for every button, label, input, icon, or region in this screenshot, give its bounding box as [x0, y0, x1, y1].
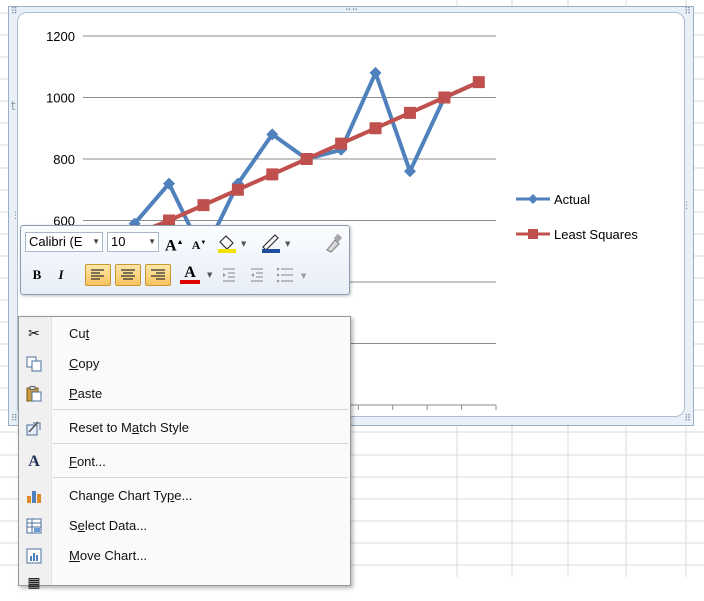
copy-icon [26, 356, 42, 372]
menu-item-label: Move Chart... [69, 548, 148, 563]
font-color-button[interactable]: A [179, 262, 201, 284]
mini-toolbar: Calibri (E ▼ 10 ▼ A▲ A▼ ▼ ▼ B I A ▼ ▼ [20, 225, 350, 295]
data-point [300, 153, 313, 165]
y-tick-label: 800 [53, 152, 75, 167]
svg-text:▼: ▼ [285, 240, 291, 248]
menu-item-label: Paste [69, 386, 103, 401]
select-data-icon [26, 518, 42, 534]
align-left-button[interactable] [85, 264, 111, 286]
menu-item-copy[interactable]: Copy [19, 349, 350, 379]
menu-item-partial-icon: ▦ [27, 575, 41, 591]
align-center-icon [121, 269, 135, 280]
legend-marker [528, 229, 538, 239]
svg-text:▼: ▼ [301, 272, 307, 280]
align-right-button[interactable] [145, 264, 171, 286]
menu-item-paste[interactable]: Paste [19, 379, 350, 409]
y-tick-label: 1200 [46, 29, 75, 44]
chevron-down-icon[interactable]: ▼ [148, 233, 156, 251]
menu-item-cut[interactable]: ✂ Cut [19, 319, 350, 349]
menu-separator [53, 477, 348, 478]
line-color-button[interactable]: ▼ [259, 232, 301, 254]
data-point [472, 76, 485, 89]
data-point [403, 106, 416, 119]
menu-item-label: Font... [69, 454, 106, 469]
menu-item-label: Cut [69, 326, 90, 341]
chevron-down-icon[interactable]: ▼ [207, 271, 212, 279]
menu-item-reset-to-match-style[interactable]: Reset to Match Style [19, 413, 350, 443]
scissors-icon: ✂ [28, 326, 40, 342]
menu-item-label: Reset to Match Style [69, 420, 189, 435]
data-point [266, 168, 279, 181]
menu-item-label: Change Chart Type... [69, 488, 193, 503]
chevron-down-icon[interactable]: ▼ [92, 233, 100, 251]
data-point [369, 66, 382, 79]
menu-item-move-chart[interactable]: Move Chart... [19, 541, 350, 571]
data-point [197, 199, 210, 212]
bold-button[interactable]: B [27, 264, 47, 286]
align-center-button[interactable] [115, 264, 141, 286]
font-name-field[interactable]: Calibri (E ▼ [25, 232, 103, 252]
menu-item-select-data[interactable]: Select Data... [19, 511, 350, 541]
resize-handle-top-left[interactable]: ⠿ [11, 8, 18, 17]
menu-item-change-chart-type[interactable]: Change Chart Type... [19, 481, 350, 511]
data-point [438, 91, 451, 104]
font-color-swatch [180, 280, 200, 284]
font-icon: A [28, 453, 40, 470]
fill-color-button[interactable]: ▼ [215, 232, 257, 254]
align-right-icon [151, 269, 165, 280]
grow-font-button[interactable]: A▲ [165, 231, 184, 254]
menu-item-partial[interactable]: ▦ [19, 571, 350, 601]
menu-separator [53, 409, 348, 410]
data-point [231, 183, 244, 196]
align-left-icon [91, 269, 104, 280]
y-tick-label: 1000 [46, 91, 75, 106]
font-name-value: Calibri (E [29, 234, 83, 249]
shrink-font-button[interactable]: A▼ [191, 232, 207, 254]
italic-button[interactable]: I [51, 264, 71, 286]
font-size-value: 10 [111, 234, 126, 249]
legend-label: Actual [554, 192, 590, 207]
data-point [403, 165, 416, 178]
legend-label: Least Squares [554, 227, 638, 242]
move-chart-icon [26, 548, 42, 564]
context-menu: ✂ Cut Copy Paste Reset to Match Style A … [18, 316, 351, 591]
font-size-field[interactable]: 10 ▼ [107, 232, 159, 252]
menu-item-label: Select Data... [69, 518, 148, 533]
data-point [369, 122, 382, 135]
reset-style-icon [26, 421, 41, 436]
menu-separator [53, 443, 348, 444]
menu-item-font[interactable]: A Font... [19, 447, 350, 477]
axis-title-fragment: t [11, 99, 16, 113]
menu-item-label: Copy [69, 356, 100, 371]
paste-icon [26, 386, 42, 402]
indent-controls: ▼ [223, 267, 307, 283]
resize-handle-bottom-left[interactable]: ⠿ [11, 415, 18, 424]
data-point [335, 137, 348, 150]
legend-marker [528, 194, 538, 204]
chart-type-icon [27, 491, 41, 503]
format-painter-icon[interactable] [323, 232, 345, 254]
svg-text:▼: ▼ [241, 240, 247, 248]
